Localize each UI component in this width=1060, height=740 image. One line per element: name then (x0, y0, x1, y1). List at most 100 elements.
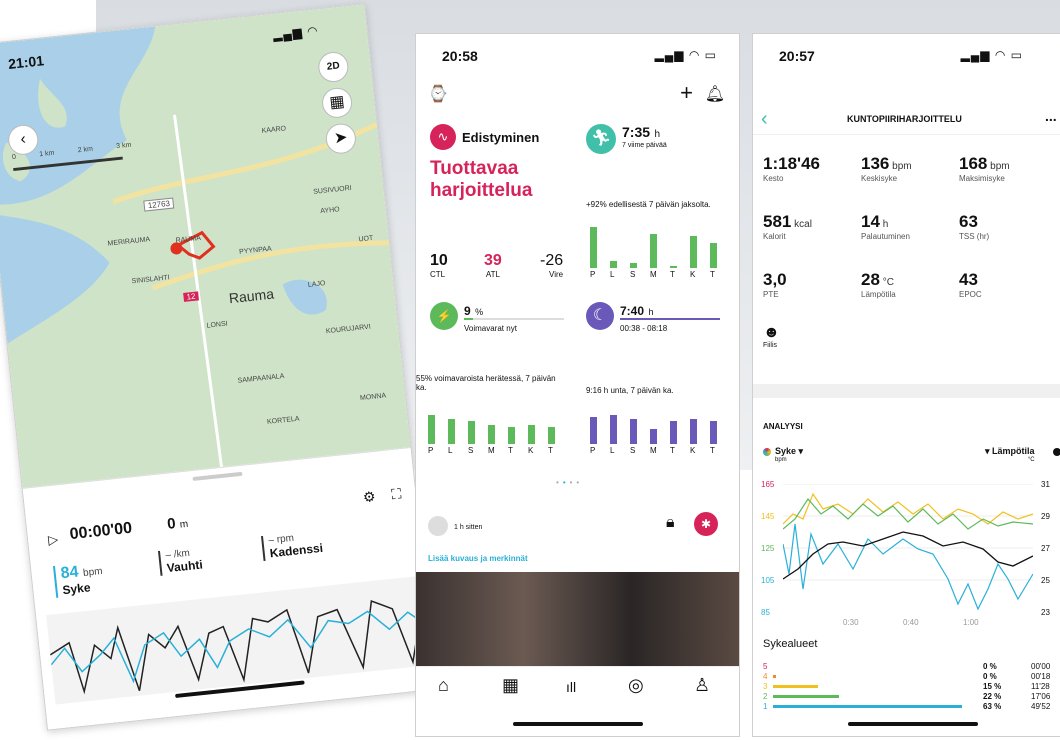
time-tick: 0:40 (903, 618, 919, 627)
zone-number: 3 (763, 682, 768, 691)
day-label: P (590, 270, 596, 279)
analysis-title: ANALYYSI (763, 422, 803, 431)
temp-tick: 23 (1041, 608, 1050, 617)
bell-icon[interactable]: 🔔︎ (705, 84, 725, 104)
day-bar (468, 420, 475, 444)
day-label: T (670, 446, 675, 455)
hr-graph (46, 576, 426, 705)
day-label: S (468, 446, 474, 455)
day-label: L (610, 446, 615, 455)
day-bar (488, 425, 495, 444)
more-icon[interactable]: ... (1045, 108, 1057, 124)
pace-metric[interactable]: – /km Vauhti (157, 546, 204, 576)
map-view[interactable]: 21:01 ▂▄▆ ◠ ‹ 2D ▦ ➤ 01 km 2 km 3 km 12763… (0, 4, 411, 488)
feeling-icon: ☻ (763, 324, 780, 341)
zone-time: 11'28 (1031, 682, 1050, 691)
day-bar (650, 429, 657, 444)
day-bar (670, 265, 677, 268)
road-number-2: 12 (183, 291, 199, 302)
progress-status: Tuottavaa harjoittelua (430, 158, 533, 201)
day-bar (590, 416, 597, 444)
hr-selector[interactable]: Syke ▾ bpm (775, 446, 803, 463)
zone-number: 4 (763, 672, 768, 681)
progress-title[interactable]: Edistyminen (462, 130, 539, 145)
play-icon[interactable]: ▷ (47, 531, 59, 548)
temp-tick: 31 (1041, 480, 1050, 489)
day-label: T (710, 446, 715, 455)
sheet-handle[interactable] (192, 471, 243, 481)
day-bar (448, 418, 455, 444)
training-time[interactable]: 7:35 h7 viime päivää (622, 124, 667, 149)
cadence-metric[interactable]: – rpm Kadenssi (260, 529, 324, 562)
run-icon: 🏃︎ (586, 124, 616, 154)
stat-pte: 3,0 PTE (763, 270, 787, 299)
temp-tick: 29 (1041, 512, 1050, 521)
stat-keskisyke: 136 bpm Keskisyke (861, 154, 912, 183)
zone-time: 17'06 (1031, 692, 1051, 701)
back-icon[interactable]: ‹ (761, 108, 768, 131)
page-title: KUNTOPIIRIHARJOITTELU (847, 114, 962, 124)
day-bar (690, 418, 697, 444)
day-label: K (528, 446, 534, 455)
zone-bar (773, 705, 962, 708)
day-label: L (448, 446, 453, 455)
page-dots[interactable]: •••• (556, 478, 583, 487)
zone-time: 00'18 (1031, 672, 1051, 681)
resources-bars (424, 402, 564, 444)
section-gap (753, 384, 1060, 398)
zone-number: 2 (763, 692, 768, 701)
day-label: K (690, 270, 696, 279)
stat-palautuminen: 14 h Palautuminen (861, 212, 910, 241)
watch-icon[interactable]: ⌚ (428, 84, 448, 104)
signal-icon: ▂▄▆ ◠ ▭ (960, 48, 1023, 62)
zones-dot-icon (763, 448, 771, 456)
add-icon[interactable]: + (680, 80, 693, 106)
stat-epoc: 43 EPOC (959, 270, 982, 299)
tab-bar: ⌂ ▦ ıll ◎ ♙ (416, 666, 739, 736)
hr-metric[interactable]: 84 bpm Syke (52, 560, 105, 598)
hr-tick: 165 (761, 480, 775, 489)
hr-tick: 125 (761, 544, 775, 553)
zone-percent: 0 % (983, 672, 997, 681)
day-bar (508, 427, 515, 444)
stats-icon[interactable]: ıll (566, 679, 576, 695)
home-indicator (512, 722, 643, 726)
settings-icon[interactable]: ⚙ (362, 488, 376, 506)
day-label: P (590, 446, 596, 455)
fullscreen-icon[interactable]: ⛶ (391, 485, 403, 503)
day-label: T (548, 446, 553, 455)
zone-time: 49'52 (1031, 702, 1051, 711)
map-tracking-phone: 21:01 ▂▄▆ ◠ ‹ 2D ▦ ➤ 01 km 2 km 3 km 12763… (0, 3, 437, 731)
hr-tick: 85 (761, 608, 770, 617)
profile-icon[interactable]: ♙ (694, 675, 710, 696)
resources-note: 55% voimavaroista herätessä, 7 päivän ka… (416, 374, 556, 392)
workout-photo[interactable] (416, 572, 739, 672)
day-bar (630, 263, 637, 268)
training-change: +92% edellisestä 7 päivän jaksolta. (586, 200, 711, 209)
day-bar (428, 414, 435, 444)
duration: 00:00'00 (68, 519, 133, 544)
time-tick: 1:00 (963, 618, 979, 627)
day-bar (710, 420, 717, 444)
zone-time: 00'00 (1031, 662, 1051, 671)
day-label: M (488, 446, 495, 455)
home-icon[interactable]: ⌂ (438, 675, 449, 696)
resources-bar (464, 318, 564, 320)
zone-percent: 0 % (983, 662, 997, 671)
stat-kesto: 1:18'46 Kesto (763, 154, 820, 183)
day-label: L (610, 270, 615, 279)
feed-time: 1 h sitten (454, 524, 483, 531)
temp-selector[interactable]: ▾ Lämpötila °C (985, 446, 1035, 463)
lock-icon[interactable]: 🔒︎ (666, 514, 675, 532)
vire-stat: -26 Vire (540, 252, 564, 279)
day-label: T (508, 446, 513, 455)
map-pin-icon[interactable]: ◎ (628, 675, 644, 696)
activity-icon: ✱ (694, 512, 718, 536)
stat-kalorit: 581 kcal Kalorit (763, 212, 812, 241)
avatar (428, 516, 448, 536)
add-description-link[interactable]: Lisää kuvaus ja merkinnät (428, 554, 528, 563)
day-bar (528, 425, 535, 444)
calendar-icon[interactable]: ▦ (502, 675, 519, 696)
temp-dot-icon (1053, 448, 1060, 456)
day-bar (650, 233, 657, 268)
